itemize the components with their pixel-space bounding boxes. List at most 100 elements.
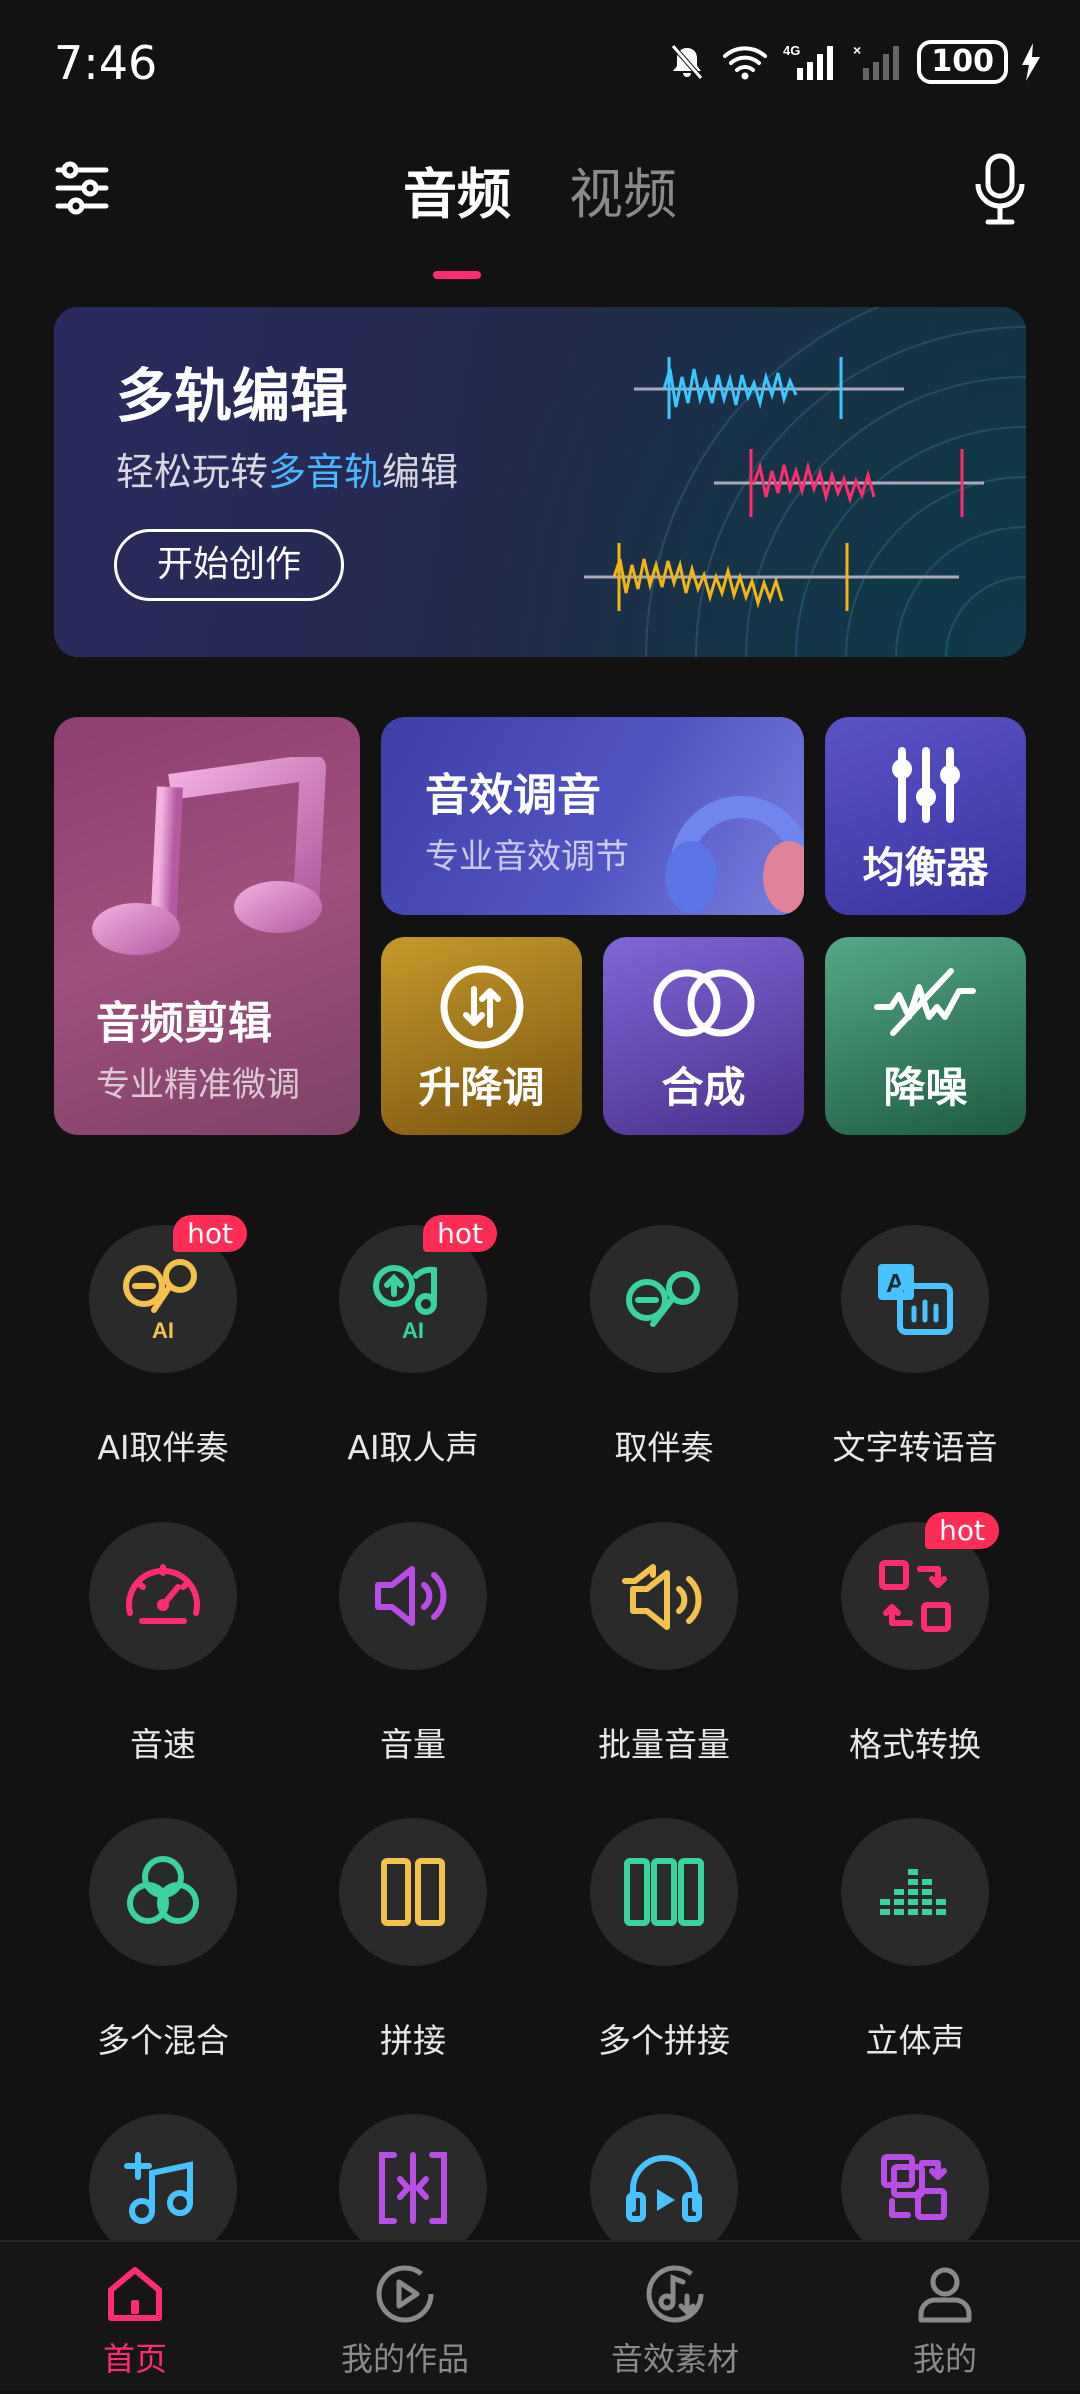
start-creating-button[interactable]: 开始创作	[114, 529, 344, 601]
tool-icon-bg: A	[841, 1225, 989, 1373]
nav-profile[interactable]: 我的	[810, 2242, 1080, 2390]
tool-batch-volume[interactable]: 批量音量	[539, 1522, 789, 1802]
tool-text-to-speech[interactable]: A 文字转语音	[790, 1225, 1040, 1505]
tab-video[interactable]: 视频	[569, 150, 677, 229]
nav-sound-assets[interactable]: 音效素材	[540, 2242, 810, 2390]
tool-join[interactable]: 拼接	[288, 1818, 538, 2098]
audio-edit-subtitle: 专业精准微调	[96, 1065, 300, 1105]
equalizer-icon	[891, 747, 960, 823]
audio-edit-card[interactable]: 音频剪辑 专业精准微调	[54, 717, 360, 1135]
tool-icon-bg	[590, 1818, 738, 1966]
hot-badge: hot	[925, 1512, 999, 1549]
voice-ai-icon: AI	[373, 1265, 437, 1343]
mic-ai-icon: AI	[123, 1259, 197, 1343]
tool-stereo[interactable]: 立体声	[790, 1818, 1040, 2098]
nav-my-works[interactable]: 我的作品	[270, 2242, 540, 2390]
mix-circles-icon	[127, 1856, 199, 1924]
status-icons: 4G × 100	[667, 40, 1040, 84]
tool-icon-bg	[841, 1818, 989, 1966]
text-to-speech-icon: A	[878, 1264, 953, 1335]
hot-badge: hot	[173, 1215, 247, 1252]
merge-label: 合成	[661, 1063, 746, 1112]
sound-tuning-subtitle: 专业音效调节	[425, 837, 629, 877]
hot-badge: hot	[423, 1215, 497, 1252]
tool-accompaniment[interactable]: 取伴奏	[539, 1225, 789, 1505]
wifi-icon	[723, 46, 768, 80]
music-download-icon	[646, 2265, 704, 2323]
signal-4g-icon: 4G	[783, 43, 834, 80]
tool-multi-join[interactable]: 多个拼接	[539, 1818, 789, 2098]
speedometer-icon	[126, 1564, 200, 1624]
sound-tuning-card[interactable]: 音效调音 专业音效调节	[381, 717, 804, 915]
home-icon	[108, 2267, 162, 2321]
convert-copy-icon	[881, 2154, 947, 2220]
svg-text:×: ×	[853, 42, 861, 58]
svg-text:4G: 4G	[783, 43, 800, 58]
banner-subtitle: 轻松玩转多音轨编辑	[116, 441, 458, 496]
microphone-icon[interactable]	[972, 152, 1028, 226]
mute-bell-icon	[671, 44, 704, 80]
tool-volume[interactable]: 音量	[288, 1522, 538, 1802]
user-icon	[918, 2267, 972, 2323]
denoise-card[interactable]: 降噪	[825, 937, 1026, 1135]
tab-audio[interactable]: 音频	[403, 150, 511, 229]
tool-icon-bg	[89, 1522, 237, 1670]
join-icon	[381, 1858, 445, 1926]
volume-icon	[375, 1566, 447, 1626]
banner-title: 多轨编辑	[116, 362, 349, 430]
mic-icon	[626, 1271, 700, 1327]
tool-label: 音量	[380, 1725, 446, 1764]
headphone-play-icon	[626, 2155, 702, 2222]
add-music-icon	[124, 2152, 193, 2224]
audio-edit-title: 音频剪辑	[96, 998, 272, 1049]
multi-join-icon	[624, 1858, 704, 1926]
svg-text:AI: AI	[152, 1318, 174, 1343]
bottom-navigation: 首页 我的作品 音效素材 我的	[0, 2240, 1080, 2390]
format-convert-icon	[879, 1560, 951, 1632]
nav-home[interactable]: 首页	[0, 2242, 270, 2390]
denoise-label: 降噪	[883, 1063, 968, 1112]
tool-label: 文字转语音	[832, 1428, 998, 1467]
tool-label: 多个混合	[97, 2021, 229, 2060]
tool-ai-accompaniment[interactable]: AI hot AI取伴奏	[38, 1215, 288, 1505]
tool-icon-bg	[590, 1225, 738, 1373]
banner-subtitle-highlight: 多音轨	[268, 450, 383, 494]
tool-multi-mix[interactable]: 多个混合	[38, 1818, 288, 2098]
equalizer-label: 均衡器	[862, 843, 989, 892]
tool-label: 批量音量	[598, 1725, 730, 1764]
tool-icon-bg: hot	[841, 1512, 999, 1670]
tool-icon-bg	[339, 1818, 487, 1966]
tool-icon-bg	[89, 1818, 237, 1966]
equalizer-card[interactable]: 均衡器	[825, 717, 1026, 915]
denoise-icon	[873, 968, 976, 1036]
merge-card[interactable]: 合成	[603, 937, 804, 1135]
pitch-shift-card[interactable]: 升降调	[381, 937, 582, 1135]
tool-label: 立体声	[865, 2021, 965, 2060]
tool-format-convert[interactable]: hot 格式转换	[790, 1512, 1040, 1802]
multitrack-banner[interactable]: 多轨编辑 轻松玩转多音轨编辑 开始创作	[54, 307, 1026, 657]
tool-ai-vocals[interactable]: AI hot AI取人声	[288, 1215, 538, 1505]
headphones-icon	[665, 796, 804, 913]
signal-empty-icon: ×	[853, 42, 900, 80]
charging-icon	[1022, 43, 1040, 81]
tool-speed[interactable]: 音速	[38, 1522, 288, 1802]
tool-label: 多个拼接	[598, 2021, 730, 2060]
status-time: 7:46	[54, 36, 158, 90]
batch-volume-icon	[622, 1564, 702, 1630]
merge-rings-icon	[653, 969, 754, 1037]
tool-icon-bg: AI hot	[339, 1215, 497, 1373]
nav-profile-label: 我的	[912, 2340, 977, 2378]
banner-subtitle-post: 编辑	[382, 450, 459, 494]
tool-icon-bg	[590, 1522, 738, 1670]
play-circle-icon	[376, 2265, 434, 2323]
banner-subtitle-pre: 轻松玩转	[116, 450, 269, 494]
nav-my-works-label: 我的作品	[340, 2340, 469, 2378]
sound-tuning-title: 音效调音	[425, 770, 601, 821]
nav-sound-assets-label: 音效素材	[610, 2340, 739, 2378]
pitch-shift-label: 升降调	[418, 1063, 545, 1112]
tool-label: AI取人声	[347, 1428, 479, 1467]
tool-label: 拼接	[380, 2021, 446, 2060]
nav-home-label: 首页	[102, 2340, 167, 2378]
stereo-bars-icon	[880, 1869, 946, 1915]
music-note-icon	[92, 757, 326, 955]
